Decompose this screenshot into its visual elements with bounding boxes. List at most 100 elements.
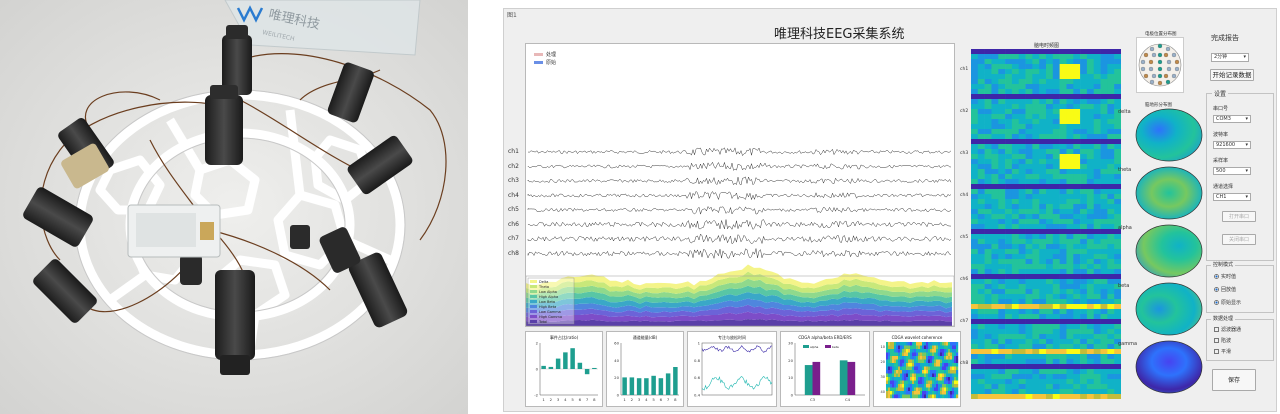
- data-option-filter[interactable]: 滤波器通: [1214, 326, 1241, 333]
- open-port-button[interactable]: 打开串口: [1222, 211, 1256, 222]
- spectrogram-title: 脑电时频图: [1034, 43, 1060, 49]
- baud-select[interactable]: 921600 ▾: [1213, 141, 1251, 149]
- spectro-cell: [984, 109, 992, 115]
- coherence-cell: [912, 356, 915, 360]
- spectro-cell: [1011, 259, 1020, 265]
- spectro-cell: [1032, 169, 1040, 175]
- spectro-cell: [1073, 219, 1081, 225]
- spectro-cell: [1025, 294, 1033, 300]
- spectro-cell: [1025, 324, 1033, 330]
- serial-select[interactable]: COM3 ▾: [1213, 115, 1251, 123]
- spectro-cell: [1080, 244, 1088, 250]
- spectro-cell: [1107, 379, 1115, 385]
- spectro-cell: [1080, 304, 1088, 310]
- spectro-cell: [1073, 99, 1081, 105]
- band-legend-swatch: [530, 280, 537, 283]
- data-option-smooth[interactable]: 平滑: [1214, 348, 1231, 355]
- spectro-cell: [1018, 289, 1026, 295]
- coherence-cell: [932, 380, 935, 385]
- spectro-cell: [1052, 64, 1060, 70]
- coherence-cell: [956, 349, 959, 353]
- spectro-cell: [984, 384, 992, 390]
- data-option-notch[interactable]: 陷波: [1214, 337, 1231, 344]
- chevron-down-icon: ▾: [1245, 116, 1248, 122]
- band-legend-label: Low Beta: [539, 300, 555, 304]
- coherence-cell: [908, 387, 911, 392]
- coherence-cell: [926, 356, 929, 360]
- mode-option-playback[interactable]: 回放值: [1214, 286, 1236, 293]
- spectro-cell: [1059, 239, 1067, 245]
- spectro-cell: [1107, 289, 1115, 295]
- mode-option-realtime[interactable]: 实时值: [1214, 273, 1236, 280]
- spectro-cell: [991, 169, 999, 175]
- spectro-cell: [971, 319, 979, 325]
- spectro-cell: [1107, 374, 1115, 380]
- spectro-cell: [1066, 274, 1074, 280]
- coherence-cell: [888, 363, 891, 367]
- spectro-cell: [1011, 374, 1020, 380]
- spectro-cell: [984, 274, 992, 280]
- spectro-cell: [1059, 339, 1067, 345]
- spectro-cell: [1052, 179, 1060, 185]
- spectro-cell: [1018, 134, 1026, 140]
- spectro-cell: [1080, 154, 1088, 160]
- x-tick-label: 1: [542, 397, 545, 402]
- spectro-cell: [1039, 179, 1047, 185]
- spectro-cell: [1025, 389, 1033, 395]
- topo-map-alpha: [1135, 224, 1203, 278]
- topo-band-label: alpha: [1118, 225, 1132, 231]
- band-legend-swatch: [530, 295, 537, 298]
- coherence-cell: [922, 370, 925, 374]
- spectro-cell: [1005, 139, 1013, 145]
- spectro-cell: [1052, 344, 1060, 350]
- spectro-cell: [1025, 179, 1033, 185]
- spectro-cell: [1032, 69, 1040, 75]
- mode-option-raw[interactable]: 原始显示: [1214, 299, 1241, 306]
- spectro-cell: [1066, 349, 1074, 355]
- spectro-cell: [1059, 389, 1067, 395]
- rate-select[interactable]: 500 ▾: [1213, 167, 1251, 175]
- spectro-cell: [1025, 64, 1033, 70]
- coherence-cell: [900, 352, 903, 357]
- coherence-cell: [904, 366, 907, 371]
- spectro-cell: [1011, 69, 1020, 75]
- coherence-cell: [924, 342, 927, 346]
- save-button[interactable]: 保存: [1212, 369, 1256, 391]
- spectro-cell: [991, 154, 999, 160]
- spectro-cell: [977, 134, 985, 140]
- spectro-cell: [1080, 284, 1088, 290]
- close-port-button[interactable]: 关闭串口: [1222, 234, 1256, 245]
- coherence-cell: [886, 394, 889, 399]
- duration-select[interactable]: 2分钟 ▾: [1211, 53, 1249, 62]
- spectro-cell: [1039, 344, 1047, 350]
- spectro-cell: [971, 184, 979, 190]
- channel-select[interactable]: CH1 ▾: [1213, 193, 1251, 201]
- coherence-cell: [910, 345, 913, 350]
- spectro-cell: [1059, 119, 1067, 125]
- spectro-cell: [1011, 234, 1020, 240]
- y-tick-label: 40: [881, 390, 885, 394]
- spectro-cell: [1086, 99, 1095, 105]
- spectro-cell: [1039, 309, 1047, 315]
- spectro-cell: [1018, 274, 1026, 280]
- coherence-cell: [952, 373, 955, 378]
- spectro-cell: [1107, 209, 1115, 215]
- spectro-cell: [1073, 369, 1081, 375]
- band-legend-swatch: [530, 285, 537, 288]
- spectro-cell: [991, 379, 999, 385]
- coherence-cell: [948, 387, 951, 392]
- eeg-headset-illustration: 唯理科技 WEILITECH: [0, 0, 468, 414]
- start-record-button[interactable]: 开始记录数据: [1210, 69, 1254, 81]
- spectro-cell: [1039, 124, 1047, 130]
- spectro-cell: [991, 309, 999, 315]
- spectro-cell: [998, 329, 1006, 335]
- spectro-cell: [1100, 279, 1108, 285]
- spectro-cell: [1086, 324, 1095, 330]
- spectro-cell: [977, 264, 985, 270]
- spectro-cell: [1025, 314, 1033, 320]
- coherence-cell: [930, 342, 933, 346]
- spectro-cell: [1066, 304, 1074, 310]
- spectro-cell: [1093, 314, 1101, 320]
- electrode-dot: [1165, 46, 1171, 52]
- spectro-cell: [984, 184, 992, 190]
